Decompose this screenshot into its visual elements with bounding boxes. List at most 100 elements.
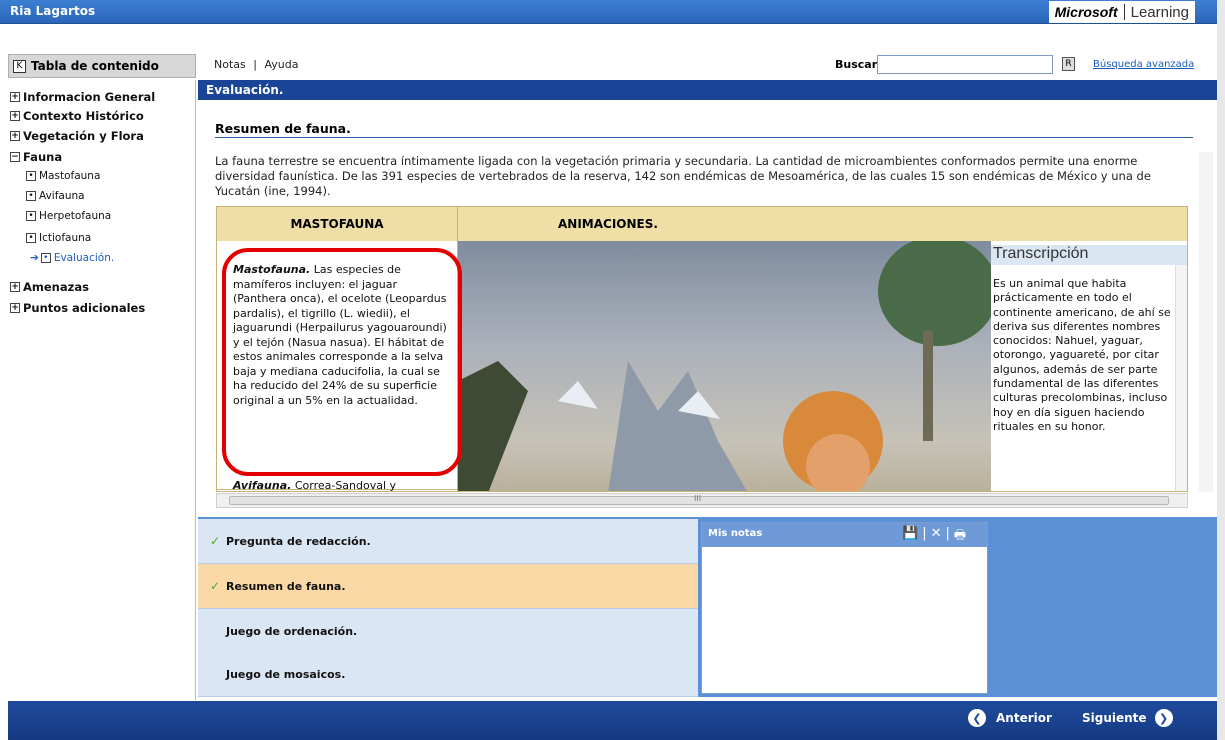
- toc-item-evaluacion[interactable]: ➔ • Evaluación.: [30, 252, 114, 264]
- activity-label: Pregunta de redacción.: [226, 534, 371, 548]
- previous-label: Anterior: [996, 711, 1052, 725]
- activity-label: Juego de mosaicos.: [226, 667, 346, 681]
- brand-product: Learning: [1130, 3, 1189, 21]
- current-arrow-icon: ➔: [30, 252, 39, 264]
- column-header-animaciones: ANIMACIONES.: [458, 207, 1187, 241]
- chevron-left-icon: ❮: [968, 709, 986, 727]
- window-scrollbar[interactable]: [1217, 0, 1225, 740]
- toc-label: Fauna: [23, 150, 63, 164]
- expand-icon: +: [10, 92, 20, 102]
- advanced-search-link[interactable]: Búsqueda avanzada: [1093, 59, 1194, 70]
- check-icon: ✓: [210, 534, 221, 548]
- toc-item-herpetofauna[interactable]: • Herpetofauna: [26, 210, 111, 222]
- brand-name: Microsoft: [1054, 4, 1118, 20]
- delete-icon[interactable]: ✕: [931, 526, 942, 548]
- notes-toolbar: Mis notas 💾 | ✕ | 🖶: [702, 523, 987, 547]
- toc-item-contexto-historico[interactable]: + Contexto Histórico: [10, 109, 144, 123]
- chevron-right-icon: ❯: [1154, 709, 1173, 727]
- page-title: Resumen de fauna.: [215, 121, 351, 136]
- intro-paragraph: La fauna terrestre se encuentra íntimame…: [215, 154, 1151, 198]
- transcript-title: Transcripción: [991, 245, 1187, 265]
- title-bar: Ria Lagartos Microsoft Learning: [0, 0, 1217, 24]
- toc-item-mastofauna[interactable]: • Mastofauna: [26, 170, 100, 182]
- avifauna-text: Avifauna. Correa-Sandoval y: [233, 479, 397, 492]
- toc-item-informacion-general[interactable]: + Informacion General: [10, 90, 155, 104]
- transcript-scrollbar[interactable]: [1175, 265, 1187, 491]
- toc-item-fauna[interactable]: − Fauna: [10, 150, 62, 164]
- notes-textarea[interactable]: [702, 547, 987, 693]
- toc-label: Puntos adicionales: [23, 301, 146, 315]
- tool-separator: |: [945, 526, 950, 541]
- collapse-icon: −: [10, 152, 20, 162]
- scrollbar-thumb[interactable]: III: [229, 494, 1169, 505]
- toc-label: Mastofauna: [39, 170, 101, 182]
- animation-scene: [458, 241, 991, 491]
- toc-label: Contexto Histórico: [23, 109, 144, 123]
- transcript-panel: Transcripción Es un animal que habita pr…: [991, 241, 1187, 491]
- expand-icon: +: [10, 303, 20, 313]
- toc-toggle-label: Tabla de contenido: [31, 59, 159, 73]
- table-horizontal-scrollbar[interactable]: III: [216, 493, 1188, 508]
- notes-tools: 💾 | ✕ | 🖶: [902, 526, 966, 548]
- column-header-mastofauna: MASTOFAUNA: [217, 207, 458, 241]
- next-label: Siguiente: [1082, 711, 1147, 725]
- print-icon[interactable]: 🖶: [954, 526, 966, 548]
- search-label: Buscar: [835, 58, 878, 71]
- toc-item-amenazas[interactable]: + Amenazas: [10, 280, 89, 294]
- activity-label: Resumen de fauna.: [226, 579, 346, 593]
- previous-button[interactable]: ❮ Anterior: [968, 709, 1052, 727]
- user-name: Ria Lagartos: [10, 4, 96, 18]
- toc-item-vegetacion-flora[interactable]: + Vegetación y Flora: [10, 129, 144, 143]
- toc-toggle-button[interactable]: K Tabla de contenido: [8, 54, 196, 78]
- mountains-shape: [608, 361, 747, 491]
- app-window: Ria Lagartos Microsoft Learning K Tabla …: [0, 0, 1225, 740]
- tree-trunk-shape: [923, 331, 933, 441]
- toc-label: Informacion General: [23, 90, 156, 104]
- toc-label: Amenazas: [23, 280, 89, 294]
- page-icon: •: [26, 211, 36, 221]
- expand-icon: +: [10, 111, 20, 121]
- activity-resumen-fauna[interactable]: ✓ Resumen de fauna.: [198, 564, 698, 609]
- notes-panel: Mis notas 💾 | ✕ | 🖶: [701, 522, 988, 694]
- activity-juego-mosaicos[interactable]: Juego de mosaicos.: [198, 652, 698, 697]
- notes-title: Mis notas: [708, 528, 763, 539]
- link-separator: |: [253, 58, 257, 71]
- activity-juego-ordenacion[interactable]: Juego de ordenación.: [198, 609, 698, 654]
- check-icon: ✓: [210, 579, 221, 593]
- toc-label: Avifauna: [39, 190, 85, 202]
- table-of-contents: + Informacion General + Contexto Histórico…: [8, 80, 196, 700]
- toc-item-avifauna[interactable]: • Avifauna: [26, 190, 85, 202]
- help-links: Notas | Ayuda: [214, 58, 302, 71]
- notas-link[interactable]: Notas: [214, 58, 246, 71]
- tool-separator: |: [922, 526, 927, 541]
- animation-viewer[interactable]: [458, 241, 991, 491]
- next-button[interactable]: Siguiente ❯: [1082, 709, 1173, 727]
- search-go-button[interactable]: R: [1062, 57, 1075, 71]
- highlight-circle: [222, 248, 462, 476]
- page-icon: •: [26, 191, 36, 201]
- expand-icon: +: [10, 131, 20, 141]
- toc-label: Vegetación y Flora: [23, 129, 144, 143]
- section-header: Evaluación.: [198, 80, 1217, 100]
- logo-divider: [1123, 4, 1125, 20]
- avifauna-description: Correa-Sandoval y: [294, 479, 397, 492]
- toc-label: Evaluación.: [53, 252, 115, 264]
- avifauna-term: Avifauna.: [233, 479, 292, 492]
- title-divider: [215, 137, 1193, 138]
- microsoft-learning-logo: Microsoft Learning: [1048, 1, 1195, 23]
- content-scrollbar[interactable]: [1199, 152, 1213, 492]
- scrollbar-grip: III: [694, 494, 702, 503]
- activity-label: Juego de ordenación.: [226, 624, 358, 638]
- save-icon[interactable]: 💾: [902, 526, 918, 548]
- toc-label: Ictiofauna: [39, 232, 92, 244]
- page-icon: •: [26, 233, 36, 243]
- ayuda-link[interactable]: Ayuda: [264, 58, 298, 71]
- transcript-text: Es un animal que habita prácticamente en…: [993, 277, 1171, 433]
- toc-item-puntos-adicionales[interactable]: + Puntos adicionales: [10, 301, 145, 315]
- activity-pregunta-redaccion[interactable]: ✓ Pregunta de redacción.: [198, 519, 698, 564]
- toc-key-icon: K: [13, 59, 26, 73]
- page-icon: •: [40, 253, 51, 263]
- toc-item-ictiofauna[interactable]: • Ictiofauna: [26, 232, 91, 244]
- tree-foliage-shape: [878, 241, 991, 346]
- search-input[interactable]: [877, 55, 1053, 74]
